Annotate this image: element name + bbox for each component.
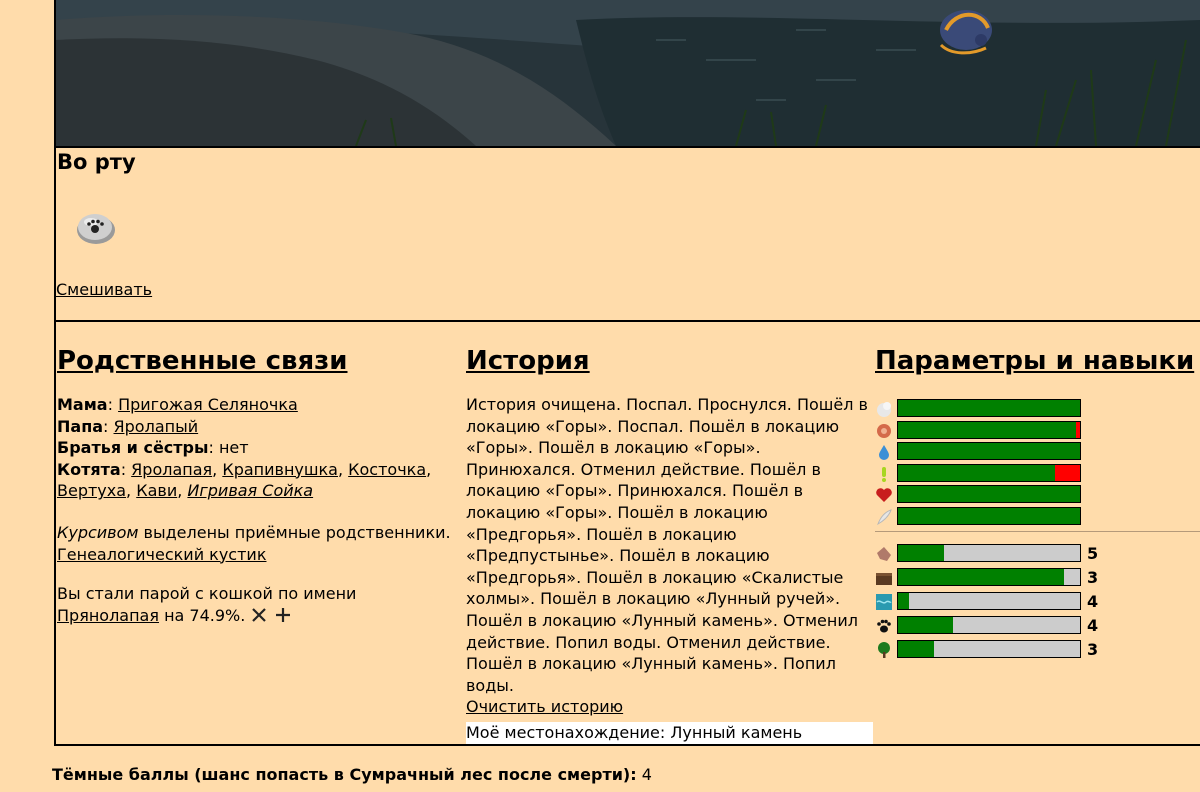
adopted-note: Курсивом выделены приёмные родственники.	[57, 522, 451, 542]
relatives-title: Родственные связи	[57, 346, 348, 376]
skill-bar	[897, 544, 1081, 562]
skill-value: 4	[1087, 592, 1099, 611]
kitten-link[interactable]: Яролапая	[131, 460, 212, 479]
history-column: История История очищена. Поспал. Проснул…	[466, 344, 871, 718]
stat-bar	[897, 399, 1081, 417]
kitten-link[interactable]: Вертуха	[57, 481, 126, 500]
skill-value: 4	[1087, 616, 1099, 635]
clear-history-link[interactable]: Очистить историю	[466, 697, 623, 716]
sniff-icon	[875, 545, 893, 563]
mouth-title: Во рту	[57, 150, 136, 174]
kitten-link[interactable]: Косточка	[348, 460, 426, 479]
kitten-link-adopted[interactable]: Игривая Сойка	[187, 481, 313, 500]
siblings-value: нет	[218, 438, 249, 458]
dig-icon	[875, 569, 893, 587]
stat-bar	[897, 506, 1081, 525]
kitten-link[interactable]: Кави	[136, 481, 177, 500]
skill-value: 3	[1087, 640, 1099, 659]
family-tree-link[interactable]: Генеалогический кустик	[57, 545, 266, 564]
kitten-link[interactable]: Крапивнушка	[222, 460, 338, 479]
water-drop-icon	[875, 443, 893, 461]
stat-bar	[897, 442, 1081, 460]
history-text: История очищена. Поспал. Проснулся. Пошё…	[466, 395, 868, 695]
stat-bar	[897, 463, 1081, 482]
pair-info: Вы стали парой с кошкой по имени Прянола…	[57, 584, 357, 625]
father-link[interactable]: Яролапый	[114, 417, 199, 436]
stone-with-paw-icon[interactable]	[74, 206, 118, 246]
skill-bar	[897, 568, 1081, 586]
need-exclamation-icon	[875, 465, 893, 483]
siblings-row: Братья и сёстры: нет	[57, 438, 249, 458]
plus-icon[interactable]	[274, 606, 292, 624]
params-title: Параметры и навыки	[875, 346, 1195, 376]
cross-icon[interactable]	[250, 606, 268, 624]
tree-icon	[875, 641, 893, 659]
params-column: Параметры и навыки	[875, 344, 1200, 394]
mix-link[interactable]: Смешивать	[56, 280, 152, 299]
skill-value: 3	[1087, 568, 1099, 587]
swim-icon	[875, 593, 893, 611]
mother-link[interactable]: Пригожая Селяночка	[118, 395, 298, 414]
location-banner	[56, 0, 1200, 148]
stat-bar	[897, 420, 1081, 439]
skill-bar	[897, 616, 1081, 634]
paw-icon	[875, 617, 893, 635]
section-divider	[56, 320, 1200, 322]
stat-bar	[897, 485, 1081, 503]
dark-points-value: 4	[641, 765, 652, 784]
feather-icon	[875, 508, 893, 526]
skill-bar	[897, 640, 1081, 658]
dark-points: Тёмные баллы (шанс попасть в Сумрачный л…	[52, 765, 652, 785]
dark-points-label: Тёмные баллы (шанс попасть в Сумрачный л…	[52, 765, 637, 784]
sleep-icon	[875, 400, 893, 418]
heart-icon	[875, 486, 893, 504]
mother-row: Мама: Пригожая Селяночка	[57, 395, 298, 414]
history-title: История	[466, 346, 590, 376]
params-divider	[875, 531, 1200, 532]
meat-icon	[875, 422, 893, 440]
relatives-column: Родственные связи Мама: Пригожая Селяноч…	[57, 344, 462, 626]
partner-link[interactable]: Прянолапая	[57, 606, 159, 625]
skill-value: 5	[1087, 544, 1099, 563]
family-tree-row: Генеалогический кустик	[57, 544, 462, 566]
father-row: Папа: Яролапый	[57, 416, 199, 436]
kittens-row: Котята: Яролапая, Крапивнушка, Косточка,…	[57, 459, 432, 501]
skill-bar	[897, 592, 1081, 610]
current-location: Моё местонахождение: Лунный камень	[466, 722, 873, 744]
